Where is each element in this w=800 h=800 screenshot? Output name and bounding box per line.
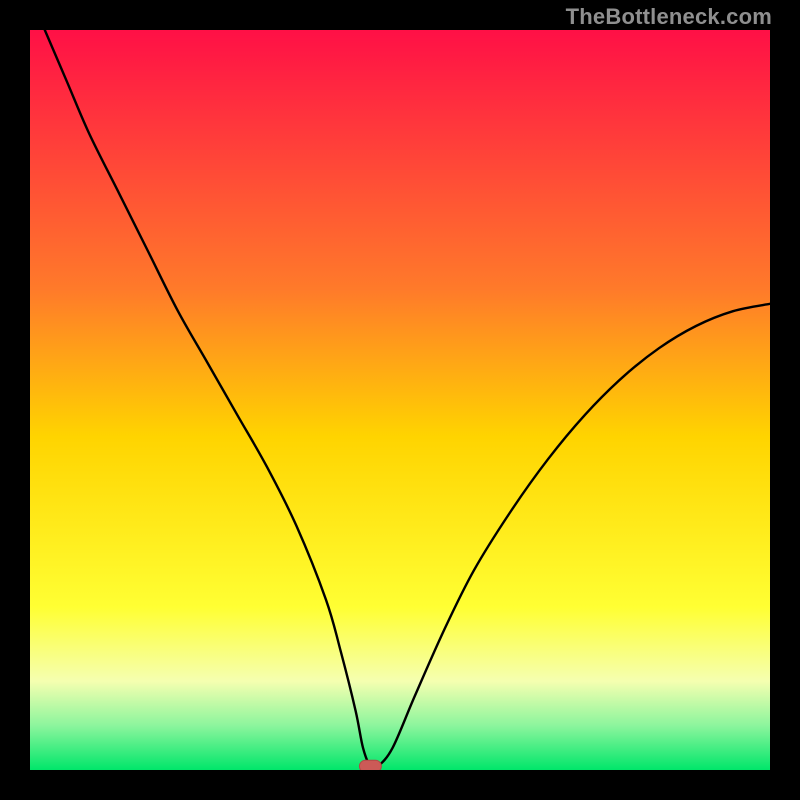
watermark-text: TheBottleneck.com (566, 4, 772, 30)
optimal-marker (359, 760, 381, 770)
bottleneck-chart (30, 30, 770, 770)
chart-frame: TheBottleneck.com (0, 0, 800, 800)
gradient-background (30, 30, 770, 770)
plot-area (30, 30, 770, 770)
